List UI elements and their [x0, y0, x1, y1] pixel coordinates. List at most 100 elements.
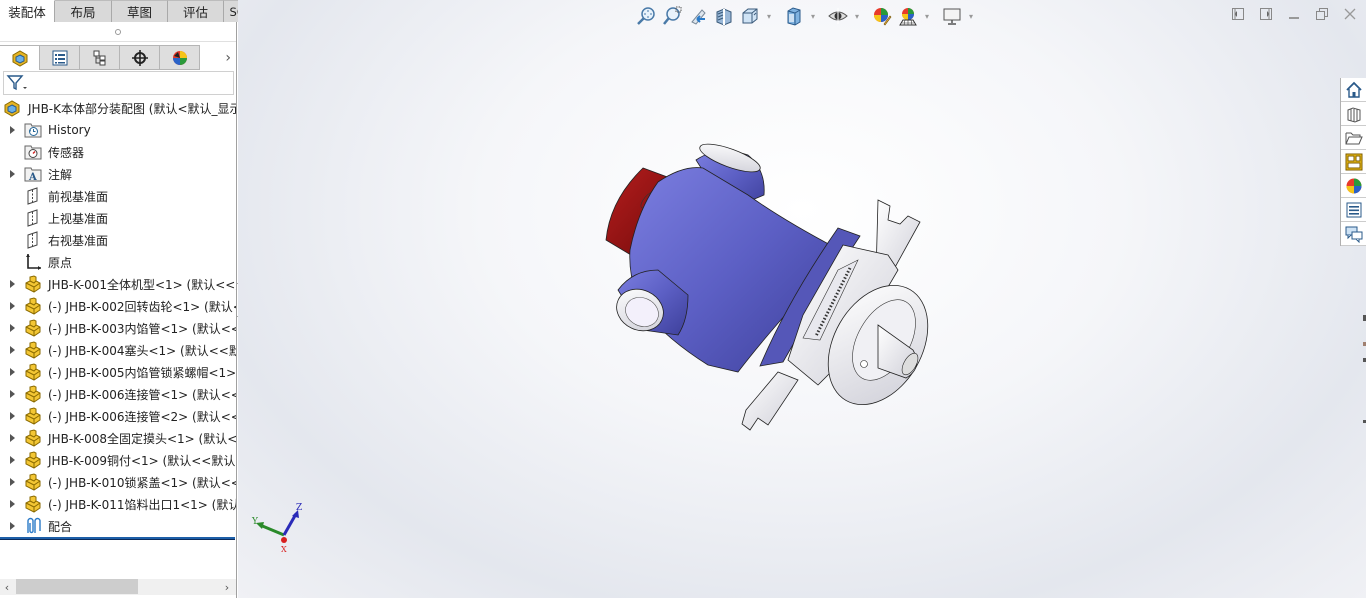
tree-item-label: 原点: [48, 255, 73, 270]
edit-appearance-button[interactable]: [871, 5, 893, 27]
dimxpertmanager-icon: [131, 49, 148, 66]
tab-featuremanager[interactable]: [0, 45, 40, 70]
tab-propertymanager[interactable]: [40, 45, 80, 70]
assembly-3d-model[interactable]: [588, 140, 948, 450]
expand-toggle[interactable]: [0, 412, 24, 420]
tree-item[interactable]: (-) JHB-K-005内馅管锁紧螺帽<1>: [0, 361, 236, 383]
expand-arrow-icon: [9, 500, 15, 508]
view-settings-dropdown[interactable]: ▾: [967, 5, 975, 27]
forum-icon: [1345, 226, 1362, 243]
tree-item[interactable]: (-) JHB-K-010锁紧盖<1> (默认<<: [0, 471, 236, 493]
task-pane-file-explorer[interactable]: [1341, 126, 1366, 150]
task-pane-design-library[interactable]: [1341, 102, 1366, 126]
tile-left-button[interactable]: [1230, 6, 1246, 22]
zoom-to-area-button[interactable]: [661, 5, 683, 27]
restore-button[interactable]: [1314, 6, 1330, 22]
expand-toggle[interactable]: [0, 478, 24, 486]
expand-toggle[interactable]: [0, 280, 24, 288]
tree-item[interactable]: JHB-K-001全体机型<1> (默认<<默: [0, 273, 236, 295]
tab-sketch[interactable]: 草图: [112, 0, 168, 22]
tree-item[interactable]: JHB-K-008全固定摸头<1> (默认<: [0, 427, 236, 449]
expand-arrow-icon: [9, 412, 15, 420]
task-pane-forum[interactable]: [1341, 222, 1366, 246]
part-icon: [24, 275, 42, 293]
expand-toggle[interactable]: [0, 500, 24, 508]
horizontal-scrollbar[interactable]: ‹ ›: [0, 579, 236, 595]
zoom-to-fit-button[interactable]: [635, 5, 657, 27]
plane-icon: [24, 209, 42, 227]
close-button[interactable]: [1342, 6, 1358, 22]
expand-toggle[interactable]: [0, 456, 24, 464]
expand-toggle[interactable]: [0, 302, 24, 310]
mates-icon: [24, 517, 42, 535]
task-pane-view-palette[interactable]: [1341, 150, 1366, 174]
tree-item-label: (-) JHB-K-010锁紧盖<1> (默认<<: [48, 475, 236, 490]
tree-item[interactable]: A 注解: [0, 163, 236, 185]
hide-show-items-button[interactable]: [827, 5, 849, 27]
task-pane-resources[interactable]: [1341, 78, 1366, 102]
view-orientation-dropdown[interactable]: ▾: [765, 5, 773, 27]
tree-item-label: 上视基准面: [48, 211, 109, 226]
tab-evaluate[interactable]: 评估: [168, 0, 224, 22]
tree-item[interactable]: (-) JHB-K-006连接管<2> (默认<<: [0, 405, 236, 427]
display-style-icon: [787, 7, 801, 26]
tree-item[interactable]: 右视基准面: [0, 229, 236, 251]
tree-item-label: (-) JHB-K-006连接管<1> (默认<<: [48, 387, 236, 402]
task-pane-custom-properties[interactable]: [1341, 198, 1366, 222]
tree-item[interactable]: 配合: [0, 515, 236, 537]
tree-item[interactable]: 传感器: [0, 141, 236, 163]
tree-filter[interactable]: [3, 71, 234, 95]
tab-displaymanager[interactable]: [160, 45, 200, 70]
tree-item[interactable]: JHB-K-009铜付<1> (默认<<默认:: [0, 449, 236, 471]
expand-toggle[interactable]: [0, 368, 24, 376]
tree-item-label: JHB-K-008全固定摸头<1> (默认<: [48, 431, 236, 446]
scroll-right-button[interactable]: ›: [220, 579, 234, 595]
minimize-button[interactable]: [1286, 6, 1302, 22]
tab-dimxpertmanager[interactable]: [120, 45, 160, 70]
tree-item[interactable]: 上视基准面: [0, 207, 236, 229]
previous-view-icon: [691, 9, 706, 25]
part-icon: [24, 385, 42, 403]
graphics-area[interactable]: ▾ ▾ ▾ ▾ ▾ Y Z X: [238, 0, 1366, 598]
scroll-thumb[interactable]: [16, 579, 138, 594]
view-orientation-button[interactable]: [739, 5, 761, 27]
task-pane-appearances[interactable]: [1341, 174, 1366, 198]
tree-item[interactable]: 前视基准面: [0, 185, 236, 207]
expand-toggle[interactable]: [0, 170, 24, 178]
panel-grip[interactable]: [0, 22, 236, 42]
expand-toggle[interactable]: [0, 434, 24, 442]
expand-toggle[interactable]: [0, 522, 24, 530]
tab-assembly[interactable]: 装配体: [0, 0, 55, 22]
tree-item[interactable]: (-) JHB-K-006连接管<1> (默认<<: [0, 383, 236, 405]
svg-text:A: A: [28, 172, 37, 183]
tile-right-button[interactable]: [1258, 6, 1274, 22]
expand-toggle[interactable]: [0, 126, 24, 134]
tree-root-assembly[interactable]: JHB-K本体部分装配图 (默认<默认_显示: [0, 97, 236, 119]
triad-x-label: X: [281, 545, 287, 554]
tree-item[interactable]: History: [0, 119, 236, 141]
tree-end-rollback-bar[interactable]: [0, 537, 235, 540]
tab-configurationmanager[interactable]: [80, 45, 120, 70]
expand-toggle[interactable]: [0, 390, 24, 398]
tree-item[interactable]: 原点: [0, 251, 236, 273]
section-view-button[interactable]: [713, 5, 735, 27]
tab-layout[interactable]: 布局: [55, 0, 112, 22]
apply-scene-dropdown[interactable]: ▾: [923, 5, 931, 27]
hide-show-items-dropdown[interactable]: ▾: [853, 5, 861, 27]
tree-item[interactable]: (-) JHB-K-003内馅管<1> (默认<<: [0, 317, 236, 339]
previous-view-button[interactable]: [687, 5, 709, 27]
apply-scene-button[interactable]: [897, 5, 919, 27]
expand-toggle[interactable]: [0, 346, 24, 354]
display-style-dropdown[interactable]: ▾: [809, 5, 817, 27]
scroll-left-button[interactable]: ‹: [0, 579, 14, 595]
triad-y-label: Y: [251, 517, 259, 527]
tree-item[interactable]: (-) JHB-K-011馅料出口1<1> (默认: [0, 493, 236, 515]
tree-item[interactable]: (-) JHB-K-004塞头<1> (默认<<默: [0, 339, 236, 361]
view-settings-button[interactable]: [941, 5, 963, 27]
expand-toggle[interactable]: [0, 324, 24, 332]
solidworks-resources-icon: [1345, 81, 1362, 98]
tree-item-label: (-) JHB-K-003内馅管<1> (默认<<: [48, 321, 236, 336]
more-tabs-button[interactable]: ›: [200, 45, 237, 70]
display-style-button[interactable]: [783, 5, 805, 27]
tree-item[interactable]: (-) JHB-K-002回转齿轮<1> (默认<: [0, 295, 236, 317]
